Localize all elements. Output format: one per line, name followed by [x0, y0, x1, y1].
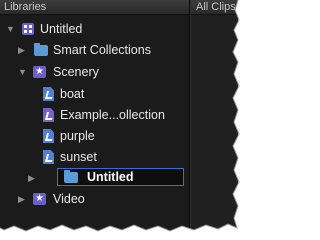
libraries-title: Libraries	[4, 1, 47, 13]
list-item-purple[interactable]: purple	[0, 126, 189, 146]
disclosure-triangle-expanded-icon[interactable]: ▼	[6, 19, 16, 39]
smart-collections-row[interactable]: ▶ Smart Collections	[0, 40, 189, 60]
library-row-untitled[interactable]: ▼ Untitled	[0, 19, 189, 39]
disclosure-triangle-collapsed-icon[interactable]: ▶	[18, 189, 28, 209]
folder-icon	[34, 43, 48, 56]
item-label: boat	[60, 87, 85, 101]
event-label: Scenery	[53, 65, 99, 79]
list-item-boat[interactable]: boat	[0, 84, 189, 104]
list-item-example-collection[interactable]: Example...ollection	[0, 105, 189, 125]
event-star-icon: ★	[33, 193, 46, 205]
library-label: Untitled	[40, 22, 83, 36]
keyword-collection-icon	[43, 150, 54, 164]
disclosure-triangle-collapsed-icon[interactable]: ▶	[28, 168, 38, 188]
folder-name-field[interactable]: Untitled	[57, 168, 184, 186]
event-label: Video	[53, 192, 85, 206]
library-icon	[22, 23, 34, 35]
disclosure-triangle-collapsed-icon[interactable]: ▶	[18, 40, 28, 60]
item-label: Example...ollection	[60, 108, 165, 122]
event-row-video[interactable]: ▶ ★ Video	[0, 189, 189, 209]
disclosure-triangle-expanded-icon[interactable]: ▼	[18, 62, 28, 82]
folder-name-input-value: Untitled	[87, 170, 134, 184]
event-star-icon: ★	[33, 66, 46, 78]
item-label: sunset	[60, 150, 97, 164]
event-row-scenery[interactable]: ▼ ★ Scenery	[0, 62, 189, 82]
libraries-header: Libraries All Clips	[0, 0, 238, 15]
item-label: purple	[60, 129, 95, 143]
libraries-window: Libraries All Clips ▼ Untitled ▶ Smart C…	[0, 0, 238, 232]
list-item-sunset[interactable]: sunset	[0, 147, 189, 167]
all-clips-title: All Clips	[196, 1, 236, 13]
browser-pane[interactable]	[191, 15, 238, 232]
smart-collection-icon	[43, 108, 54, 122]
folder-icon	[64, 170, 78, 183]
keyword-collection-icon	[43, 129, 54, 143]
smart-collections-label: Smart Collections	[53, 43, 151, 57]
keyword-collection-icon	[43, 87, 54, 101]
